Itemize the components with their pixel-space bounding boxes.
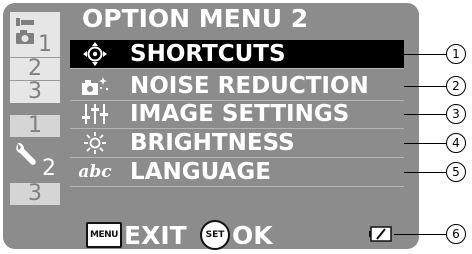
callout-line	[404, 86, 446, 87]
callout-2: 2	[446, 76, 466, 96]
language-icon-text: abc	[78, 162, 112, 182]
exit-button[interactable]: MENU EXIT	[86, 220, 187, 250]
callout-5: 5	[446, 162, 466, 182]
menu-item-noise-reduction[interactable]: NOISE REDUCTION	[70, 72, 404, 100]
menu-item-brightness[interactable]: BRIGHTNESS	[70, 129, 404, 157]
noise-reduction-icon	[70, 72, 120, 100]
callout-6: 6	[446, 224, 466, 244]
callout-line	[404, 54, 446, 55]
menu-item-label: LANGUAGE	[130, 159, 271, 185]
tab-setup-3[interactable]: 3	[10, 183, 60, 205]
menu-item-image-settings[interactable]: IMAGE SETTINGS	[70, 100, 404, 128]
tab-number: 1	[38, 32, 52, 57]
set-key-icon: SET	[200, 220, 230, 250]
tab-setup-1[interactable]: 1	[10, 115, 60, 137]
callout-3: 3	[446, 104, 466, 124]
ok-label: OK	[232, 220, 273, 250]
menu-item-shortcuts[interactable]: SHORTCUTS	[70, 40, 404, 68]
tab-number: 1	[28, 113, 42, 138]
menu-title: OPTION MENU 2	[82, 4, 309, 33]
ok-button[interactable]: SET OK	[200, 220, 273, 250]
row-divider	[70, 68, 404, 69]
tab-number: 2	[42, 156, 56, 181]
tab-number: 2	[28, 56, 42, 81]
menu-item-language[interactable]: abc LANGUAGE	[70, 158, 404, 186]
menu-item-label: NOISE REDUCTION	[130, 73, 369, 99]
tab-number: 3	[28, 181, 42, 206]
callout-4: 4	[446, 133, 466, 153]
callout-line	[404, 143, 446, 144]
menu-item-label: SHORTCUTS	[130, 41, 286, 67]
tab-camera-2[interactable]: 2	[10, 58, 60, 80]
callout-1: 1	[446, 44, 466, 64]
tab-number: 3	[28, 79, 42, 104]
row-divider	[70, 186, 404, 187]
battery-icon	[368, 226, 392, 242]
wrench-icon	[14, 141, 38, 171]
exit-label: EXIT	[124, 220, 187, 250]
menu-item-label: IMAGE SETTINGS	[130, 101, 350, 127]
image-settings-icon	[70, 100, 120, 128]
callout-line	[404, 172, 446, 173]
tab-column: 1 2 3 1 2 3	[10, 12, 60, 208]
callout-line	[394, 234, 446, 235]
menu-key-icon: MENU	[86, 222, 122, 248]
menu-item-label: BRIGHTNESS	[130, 130, 295, 156]
tab-camera-3[interactable]: 3	[10, 81, 60, 103]
callout-line	[404, 114, 446, 115]
target-icon	[70, 40, 120, 68]
language-icon: abc	[70, 158, 120, 186]
tab-camera-1[interactable]: 1	[30, 34, 60, 56]
brightness-icon	[70, 129, 120, 157]
